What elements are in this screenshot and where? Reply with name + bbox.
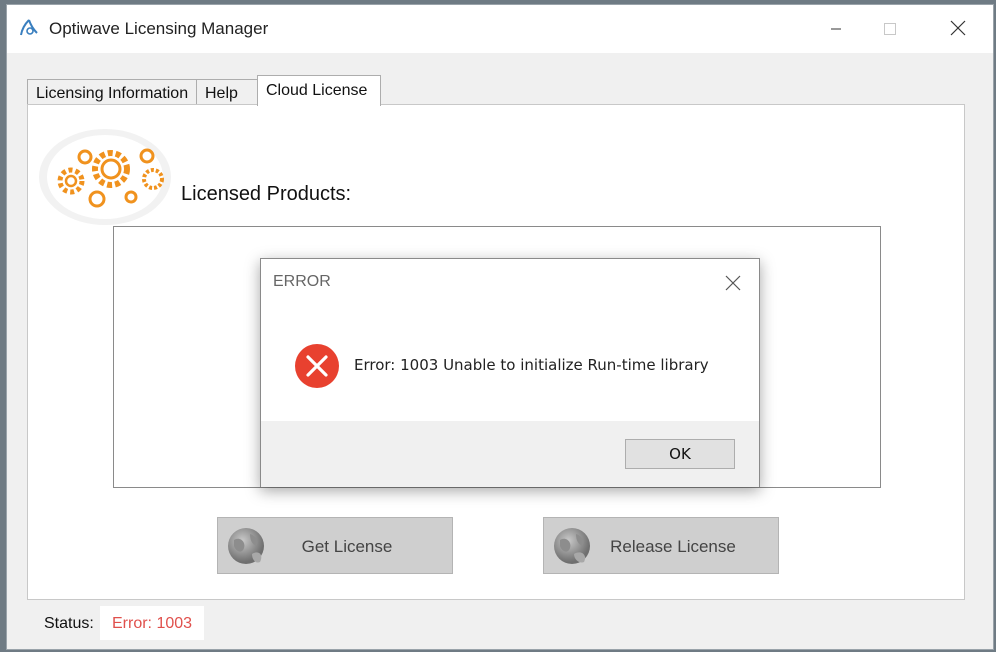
licensed-products-label: Licensed Products: xyxy=(181,183,352,205)
close-icon xyxy=(725,275,741,291)
optiwave-logo-icon xyxy=(20,19,38,36)
release-license-button[interactable]: Release License xyxy=(543,517,779,574)
tab-licensing-information[interactable]: Licensing Information xyxy=(27,79,197,105)
tab-help[interactable]: Help xyxy=(196,79,258,105)
release-license-label: Release License xyxy=(610,537,736,556)
maximize-button[interactable] xyxy=(867,5,913,53)
window-close-button[interactable] xyxy=(935,5,981,53)
dialog-message: Error: 1003 Unable to initialize Run-tim… xyxy=(354,356,709,374)
error-dialog: ERROR Error: 1003 Unable to initialize R… xyxy=(260,258,760,487)
title-bar: Optiwave Licensing Manager xyxy=(7,5,993,53)
window-title: Optiwave Licensing Manager xyxy=(49,19,269,38)
status-label: Status: xyxy=(44,615,94,632)
error-icon xyxy=(295,344,339,388)
minimize-button[interactable] xyxy=(813,5,859,53)
maximize-icon xyxy=(884,23,896,35)
ok-button[interactable]: OK xyxy=(625,439,735,469)
close-icon xyxy=(950,20,966,36)
dialog-title: ERROR xyxy=(273,273,331,290)
gears-icon xyxy=(39,129,171,225)
get-license-button[interactable]: Get License xyxy=(217,517,453,574)
minimize-icon xyxy=(831,28,841,30)
tab-cloud-license[interactable]: Cloud License xyxy=(257,75,381,106)
status-value: Error: 1003 xyxy=(100,606,204,640)
get-license-label: Get License xyxy=(301,537,393,556)
dialog-footer: OK xyxy=(261,421,759,487)
dialog-close-button[interactable] xyxy=(717,269,749,297)
